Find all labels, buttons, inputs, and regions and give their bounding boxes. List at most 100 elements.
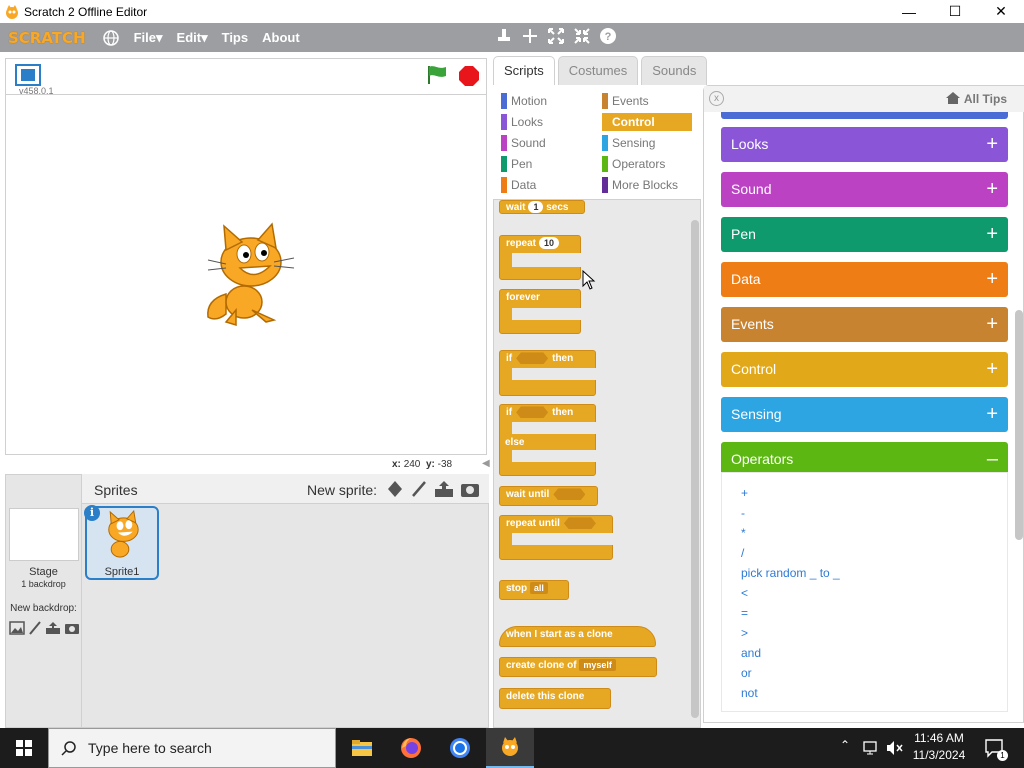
category-sound[interactable]: Sound — [501, 134, 546, 152]
op-tip-and[interactable]: and — [741, 646, 761, 660]
tab-sounds[interactable]: Sounds — [641, 56, 708, 85]
op-tip-less-than[interactable]: < — [741, 586, 748, 600]
stop-dropdown[interactable]: all — [529, 582, 548, 594]
cat-sprite-on-stage[interactable] — [196, 222, 296, 328]
op-tip-subtract[interactable]: - — [741, 506, 745, 520]
tip-category-data[interactable]: Data + — [721, 262, 1008, 297]
menu-tips[interactable]: Tips — [222, 30, 249, 45]
menu-file[interactable]: File▾ — [134, 30, 163, 46]
category-pen[interactable]: Pen — [501, 155, 532, 173]
operators-tip-list — [721, 472, 1008, 712]
taskbar-search-box[interactable]: Type here to search — [48, 728, 336, 768]
taskbar-firefox[interactable] — [387, 728, 435, 768]
x-value: 240 — [403, 459, 421, 470]
tray-chevron-icon[interactable]: ⌃ — [840, 738, 850, 752]
mouse-coordinates: x: 240 y: -38 — [392, 459, 452, 470]
help-icon[interactable]: ? — [599, 27, 617, 45]
clone-target-dropdown[interactable]: myself — [579, 659, 616, 671]
op-tip-or[interactable]: or — [741, 666, 752, 680]
y-value: -38 — [437, 459, 453, 470]
op-tip-equals[interactable]: = — [741, 606, 748, 620]
op-tip-divide[interactable]: / — [741, 546, 744, 560]
category-motion[interactable]: Motion — [501, 92, 547, 110]
maximize-button[interactable]: ☐ — [932, 0, 978, 23]
block-create-clone[interactable]: create clone of myself — [499, 657, 657, 677]
taskbar-clock[interactable]: 11:46 AM 11/3/2024 — [910, 731, 968, 762]
backdrop-library-icon[interactable] — [9, 621, 25, 635]
duplicate-stamp-icon[interactable] — [495, 27, 513, 45]
scratch-logo[interactable]: SCRATCH — [8, 29, 86, 47]
search-icon — [61, 741, 76, 756]
tip-category-looks[interactable]: Looks + — [721, 127, 1008, 162]
all-tips-link[interactable]: All Tips — [945, 91, 1007, 106]
windows-start-icon[interactable] — [16, 740, 32, 756]
minimize-button[interactable]: — — [886, 0, 932, 23]
tip-category-motion-partial[interactable] — [721, 112, 1008, 119]
if-mouth — [512, 368, 597, 380]
network-icon[interactable] — [863, 740, 881, 756]
tab-scripts[interactable]: Scripts — [493, 56, 555, 85]
block-delete-clone[interactable]: delete this clone — [499, 688, 611, 709]
volume-muted-icon[interactable] — [886, 740, 904, 756]
upload-backdrop-icon[interactable] — [45, 621, 61, 635]
stop-sign-icon[interactable] — [458, 65, 480, 87]
sprite-library-icon[interactable] — [386, 480, 404, 498]
collapse-stage-arrow-icon[interactable]: ◀ — [482, 458, 490, 472]
stage-thumbnail[interactable] — [9, 508, 79, 561]
close-tips-button[interactable]: x — [709, 91, 724, 106]
menu-edit[interactable]: Edit▾ — [177, 30, 208, 46]
stage-label: Stage — [29, 566, 58, 578]
if-else-mouth-1 — [512, 422, 597, 434]
tip-category-pen[interactable]: Pen + — [721, 217, 1008, 252]
cut-scissors-icon[interactable] — [521, 27, 539, 45]
op-tip-add[interactable]: + — [741, 486, 748, 500]
palette-scrollbar[interactable] — [691, 220, 699, 718]
if-else-mouth-2 — [512, 450, 597, 462]
menu-about[interactable]: About — [262, 30, 300, 45]
grow-icon[interactable] — [547, 27, 565, 45]
new-sprite-label: New sprite: — [307, 482, 378, 498]
op-tip-pick-random[interactable]: pick random _ to _ — [741, 566, 840, 580]
tip-category-control[interactable]: Control + — [721, 352, 1008, 387]
fullscreen-toggle-icon[interactable] — [15, 64, 41, 86]
tip-category-sound[interactable]: Sound + — [721, 172, 1008, 207]
block-wait-secs[interactable]: wait 1 secs — [499, 200, 585, 214]
category-more-blocks[interactable]: More Blocks — [602, 176, 678, 194]
notification-count-badge: 1 — [997, 750, 1008, 761]
paint-backdrop-icon[interactable] — [28, 621, 42, 635]
language-globe-icon[interactable] — [102, 29, 120, 47]
stage-backdrop-count: 1 backdrop — [21, 579, 66, 589]
x-label: x: — [392, 459, 401, 470]
tip-category-events[interactable]: Events + — [721, 307, 1008, 342]
block-stop[interactable]: stop all — [499, 580, 569, 600]
category-operators[interactable]: Operators — [602, 155, 665, 173]
category-events[interactable]: Events — [602, 92, 649, 110]
camera-backdrop-icon[interactable] — [64, 621, 80, 635]
paint-sprite-icon[interactable] — [410, 480, 428, 498]
category-data[interactable]: Data — [501, 176, 536, 194]
op-tip-multiply[interactable]: * — [741, 526, 746, 540]
tips-scrollbar[interactable] — [1015, 310, 1023, 540]
taskbar-file-explorer[interactable] — [338, 728, 386, 768]
block-when-i-start-as-clone[interactable]: when I start as a clone — [499, 626, 656, 647]
sprite1-label: Sprite1 — [104, 566, 140, 578]
block-if-then-else[interactable]: if then else — [499, 404, 596, 476]
op-tip-greater-than[interactable]: > — [741, 626, 748, 640]
camera-sprite-icon[interactable] — [460, 480, 480, 498]
category-looks[interactable]: Looks — [501, 113, 543, 131]
block-wait-until[interactable]: wait until — [499, 486, 598, 506]
upload-sprite-icon[interactable] — [434, 480, 454, 498]
op-tip-not[interactable]: not — [741, 686, 758, 700]
category-control[interactable]: Control — [602, 113, 692, 131]
close-window-button[interactable]: ✕ — [978, 0, 1024, 23]
category-sensing[interactable]: Sensing — [602, 134, 655, 152]
taskbar-chrome[interactable] — [436, 728, 484, 768]
new-backdrop-label: New backdrop: — [10, 603, 77, 614]
taskbar-scratch[interactable] — [486, 728, 534, 768]
green-flag-icon[interactable] — [426, 64, 448, 86]
tip-category-sensing[interactable]: Sensing + — [721, 397, 1008, 432]
shrink-icon[interactable] — [573, 27, 591, 45]
tips-header: x All Tips — [704, 86, 1024, 112]
tab-costumes[interactable]: Costumes — [557, 56, 639, 85]
window-title: Scratch 2 Offline Editor — [24, 4, 148, 19]
